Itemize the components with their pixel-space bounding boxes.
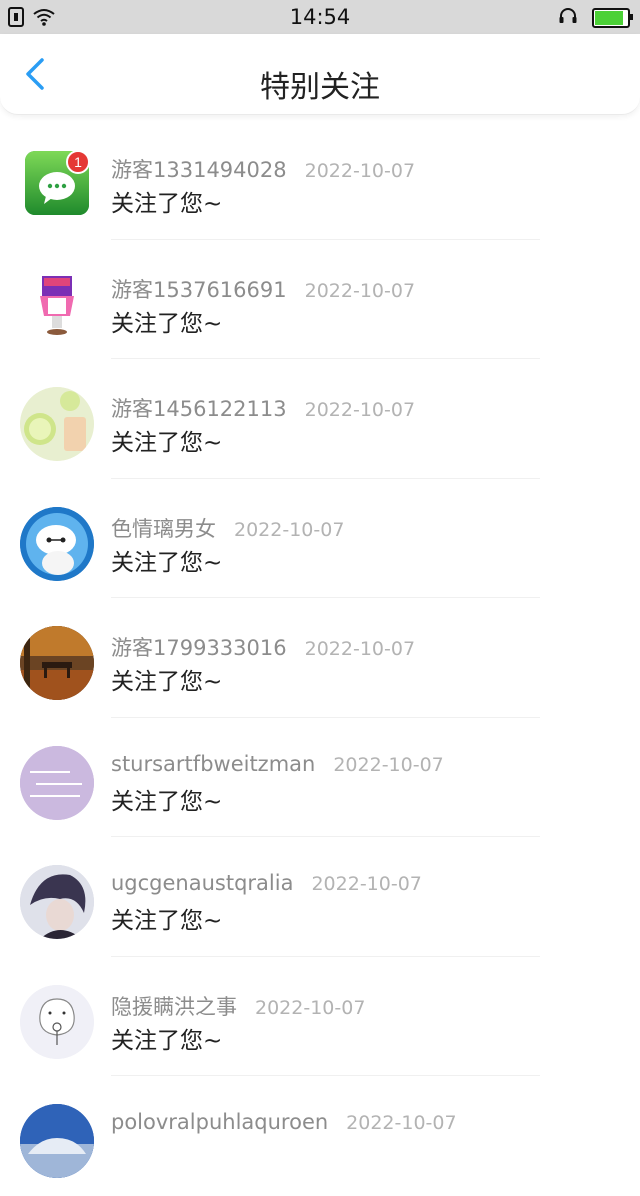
avatar[interactable] bbox=[20, 984, 94, 1059]
message-text: 关注了您~ bbox=[111, 1027, 223, 1054]
date: 2022-10-07 bbox=[304, 279, 416, 302]
date: 2022-10-07 bbox=[255, 996, 366, 1019]
username: 游客1456122113 bbox=[111, 397, 287, 421]
date: 2022-10-07 bbox=[333, 753, 444, 776]
list-item[interactable]: 游客1799333016 2022-10-07 关注了您~ bbox=[0, 598, 640, 718]
message-text: 关注了您~ bbox=[111, 191, 223, 217]
username: polovralpuhlaquroen bbox=[111, 1110, 329, 1134]
date: 2022-10-07 bbox=[311, 873, 422, 895]
list-item[interactable]: stursartfbweitzman 2022-10-07 关注了您~ bbox=[0, 718, 640, 837]
battery-icon bbox=[592, 8, 633, 28]
username: 游客1799333016 bbox=[111, 636, 287, 660]
headphone-icon bbox=[558, 7, 578, 29]
username: ugcgenaustqralia bbox=[111, 871, 294, 895]
message-text: 关注了您~ bbox=[111, 549, 223, 576]
page-title: 特别关注 bbox=[260, 70, 380, 105]
notification-list: 1 游客1331494028 2022-10-07 关注了您~ 游客153761… bbox=[0, 120, 640, 1196]
list-item[interactable]: polovralpuhlaquroen 2022-10-07 bbox=[0, 1076, 640, 1196]
date: 2022-10-07 bbox=[304, 160, 416, 182]
avatar[interactable] bbox=[20, 745, 94, 820]
avatar[interactable] bbox=[20, 387, 94, 461]
list-item[interactable]: 游客1456122113 2022-10-07 关注了您~ bbox=[0, 359, 640, 479]
status-bar: 14:54 bbox=[0, 0, 640, 34]
avatar[interactable] bbox=[20, 267, 94, 342]
avatar[interactable] bbox=[20, 506, 94, 581]
list-item[interactable]: 游客1537616691 2022-10-07 关注了您~ bbox=[0, 240, 640, 359]
date: 2022-10-07 bbox=[234, 518, 345, 541]
username: 隐援瞒洪之事 bbox=[111, 994, 237, 1019]
status-time: 14:54 bbox=[289, 5, 351, 29]
date: 2022-10-07 bbox=[304, 638, 416, 660]
date: 2022-10-07 bbox=[346, 1112, 457, 1134]
avatar[interactable] bbox=[20, 1104, 94, 1178]
list-item[interactable]: 色情璃男女 2022-10-07 关注了您~ bbox=[0, 479, 640, 598]
avatar[interactable] bbox=[20, 865, 94, 939]
message-text: 关注了您~ bbox=[111, 788, 223, 815]
avatar[interactable] bbox=[20, 626, 94, 700]
message-text: 关注了您~ bbox=[111, 669, 223, 695]
username: stursartfbweitzman bbox=[111, 751, 316, 776]
list-item[interactable]: ugcgenaustqralia 2022-10-07 关注了您~ bbox=[0, 837, 640, 957]
username: 色情璃男女 bbox=[111, 516, 216, 541]
message-text: 关注了您~ bbox=[111, 430, 223, 456]
message-text: 关注了您~ bbox=[111, 908, 223, 934]
list-item[interactable]: 隐援瞒洪之事 2022-10-07 关注了您~ bbox=[0, 957, 640, 1076]
list-item[interactable]: 1 游客1331494028 2022-10-07 关注了您~ bbox=[0, 120, 640, 240]
avatar[interactable]: 1 bbox=[24, 150, 90, 216]
username: 游客1331494028 bbox=[111, 158, 287, 182]
message-text: 关注了您~ bbox=[111, 310, 223, 337]
username: 游客1537616691 bbox=[111, 277, 287, 302]
date: 2022-10-07 bbox=[304, 399, 416, 421]
header-bar: 特别关注 bbox=[0, 34, 640, 115]
unread-badge: 1 bbox=[74, 154, 82, 170]
